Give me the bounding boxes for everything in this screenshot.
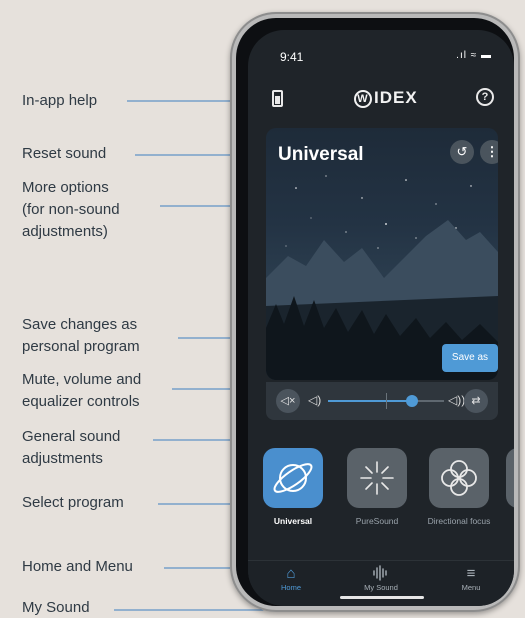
annotation-my-sound: My Sound bbox=[22, 599, 90, 616]
brand-logo-mark: W bbox=[354, 89, 372, 108]
annotation-in-app-help: In-app help bbox=[22, 92, 98, 109]
nav-my-sound[interactable]: My Sound bbox=[346, 565, 416, 592]
status-bar: 9:41 .ıl ≈ ▬ bbox=[248, 50, 514, 68]
more-options-icon[interactable]: ⋮ bbox=[480, 140, 498, 164]
volume-default-mark bbox=[386, 393, 387, 409]
directional-focus-icon bbox=[441, 460, 477, 496]
bottom-navigation: ⌂ Home My Sound ≡ Menu bbox=[248, 560, 514, 606]
program-card: Universal ↺ ⋮ Save as bbox=[266, 128, 498, 380]
phone-device: 9:41 .ıl ≈ ▬ W IDEX ? Universal ↺ ⋮ Save… bbox=[230, 12, 520, 612]
program-universal[interactable]: Universal bbox=[258, 448, 328, 527]
app-bar: W IDEX ? bbox=[248, 86, 514, 114]
volume-fill bbox=[328, 400, 412, 402]
volume-low-icon: ◁) bbox=[308, 393, 322, 407]
annotation-more-options-line2: (for non-sound bbox=[22, 201, 120, 218]
equalizer-icon[interactable]: ⇄ bbox=[464, 389, 488, 413]
brand-logo: W IDEX bbox=[354, 88, 418, 108]
volume-slider[interactable] bbox=[328, 393, 444, 409]
status-time: 9:41 bbox=[280, 50, 304, 64]
menu-icon: ≡ bbox=[466, 565, 476, 582]
volume-slider-handle[interactable] bbox=[406, 395, 418, 407]
program-label-directional-focus: Directional focus bbox=[427, 516, 491, 526]
annotation-general-line2: adjustments bbox=[22, 450, 103, 467]
program-selector: Universal PureSound Directional focus bbox=[248, 448, 514, 558]
program-directional-focus[interactable]: Directional focus bbox=[424, 448, 494, 527]
home-icon: ⌂ bbox=[286, 565, 296, 582]
status-indicators: .ıl ≈ ▬ bbox=[456, 50, 492, 61]
battery-icon[interactable] bbox=[272, 90, 283, 107]
reset-icon[interactable]: ↺ bbox=[450, 140, 474, 164]
program-next-partial[interactable] bbox=[506, 448, 514, 508]
annotation-reset-sound: Reset sound bbox=[22, 145, 107, 162]
phone-screen: 9:41 .ıl ≈ ▬ W IDEX ? Universal ↺ ⋮ Save… bbox=[248, 30, 514, 606]
nav-home[interactable]: ⌂ Home bbox=[256, 565, 326, 592]
annotation-mute-line2: equalizer controls bbox=[22, 393, 140, 410]
program-tile-puresound[interactable] bbox=[347, 448, 407, 508]
annotation-general-line1: General sound bbox=[22, 428, 121, 445]
annotation-mute-line1: Mute, volume and bbox=[22, 371, 142, 388]
program-label-universal: Universal bbox=[273, 516, 313, 526]
program-tile-directional-focus[interactable] bbox=[429, 448, 489, 508]
sound-wave-icon bbox=[346, 565, 416, 583]
nav-menu[interactable]: ≡ Menu bbox=[436, 565, 506, 592]
annotation-save-line1: Save changes as bbox=[22, 316, 138, 333]
annotation-more-options-line1: More options bbox=[22, 179, 109, 196]
volume-controls: ◁× ◁) ◁)) ⇄ bbox=[266, 382, 498, 420]
save-as-button[interactable]: Save as bbox=[442, 344, 498, 372]
program-label-puresound: PureSound bbox=[355, 516, 399, 526]
volume-high-icon: ◁)) bbox=[448, 393, 466, 407]
annotation-save-line2: personal program bbox=[22, 338, 140, 355]
sparkle-icon bbox=[360, 461, 394, 495]
nav-home-label: Home bbox=[280, 583, 301, 592]
mute-icon[interactable]: ◁× bbox=[276, 389, 300, 413]
brand-logo-text: IDEX bbox=[374, 88, 418, 107]
planet-icon bbox=[273, 463, 313, 493]
home-indicator bbox=[340, 596, 424, 599]
nav-menu-label: Menu bbox=[461, 583, 481, 592]
phone-bezel: 9:41 .ıl ≈ ▬ W IDEX ? Universal ↺ ⋮ Save… bbox=[236, 18, 514, 606]
nav-my-sound-label: My Sound bbox=[364, 583, 398, 592]
program-title: Universal bbox=[278, 144, 364, 165]
annotation-home-menu: Home and Menu bbox=[22, 558, 133, 575]
program-tile-next[interactable] bbox=[506, 448, 514, 508]
program-tile-universal[interactable] bbox=[263, 448, 323, 508]
program-puresound[interactable]: PureSound bbox=[342, 448, 412, 527]
annotation-select-program: Select program bbox=[22, 494, 124, 511]
help-icon[interactable]: ? bbox=[476, 88, 494, 106]
annotation-more-options-line3: adjustments) bbox=[22, 223, 108, 240]
